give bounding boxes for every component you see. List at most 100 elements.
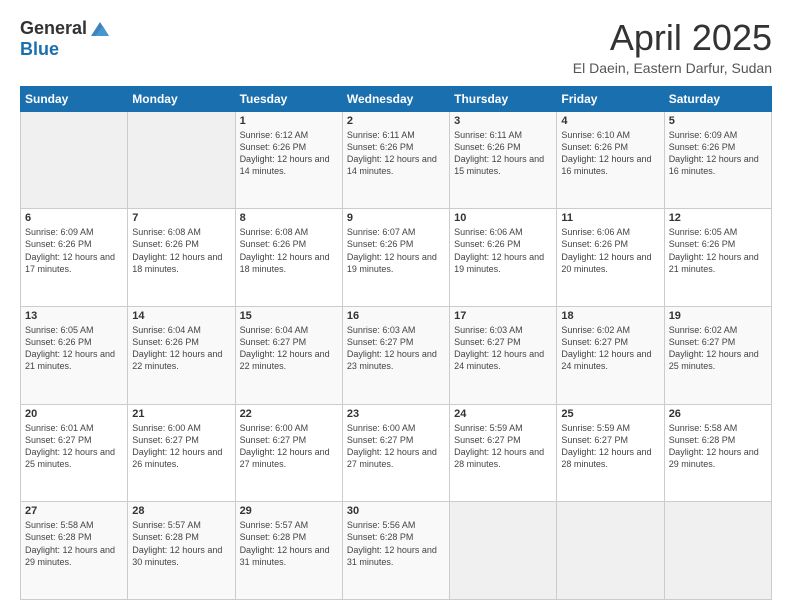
col-friday: Friday	[557, 86, 664, 111]
day-info: Sunrise: 6:08 AM Sunset: 6:26 PM Dayligh…	[240, 226, 338, 275]
day-info: Sunrise: 6:09 AM Sunset: 6:26 PM Dayligh…	[669, 129, 767, 178]
day-number: 6	[25, 212, 123, 224]
day-info: Sunrise: 6:11 AM Sunset: 6:26 PM Dayligh…	[454, 129, 552, 178]
day-number: 11	[561, 212, 659, 224]
calendar-week-row: 20 Sunrise: 6:01 AM Sunset: 6:27 PM Dayli…	[21, 404, 772, 502]
day-info: Sunrise: 6:12 AM Sunset: 6:26 PM Dayligh…	[240, 129, 338, 178]
day-info: Sunrise: 5:57 AM Sunset: 6:28 PM Dayligh…	[240, 519, 338, 568]
day-info: Sunrise: 5:56 AM Sunset: 6:28 PM Dayligh…	[347, 519, 445, 568]
title-block: April 2025 El Daein, Eastern Darfur, Sud…	[573, 18, 772, 76]
day-number: 24	[454, 408, 552, 420]
table-row: 28 Sunrise: 5:57 AM Sunset: 6:28 PM Dayli…	[128, 502, 235, 600]
day-number: 2	[347, 115, 445, 127]
day-info: Sunrise: 6:04 AM Sunset: 6:27 PM Dayligh…	[240, 324, 338, 373]
day-info: Sunrise: 6:00 AM Sunset: 6:27 PM Dayligh…	[347, 422, 445, 471]
day-info: Sunrise: 5:59 AM Sunset: 6:27 PM Dayligh…	[561, 422, 659, 471]
day-number: 13	[25, 310, 123, 322]
day-number: 26	[669, 408, 767, 420]
day-number: 14	[132, 310, 230, 322]
table-row: 5 Sunrise: 6:09 AM Sunset: 6:26 PM Daylig…	[664, 111, 771, 209]
day-info: Sunrise: 6:06 AM Sunset: 6:26 PM Dayligh…	[561, 226, 659, 275]
table-row: 29Sunrise: 5:57 AM Sunset: 6:28 PM Dayli…	[235, 502, 342, 600]
col-saturday: Saturday	[664, 86, 771, 111]
calendar-week-row: 27Sunrise: 5:58 AM Sunset: 6:28 PM Dayli…	[21, 502, 772, 600]
table-row: 20 Sunrise: 6:01 AM Sunset: 6:27 PM Dayli…	[21, 404, 128, 502]
logo-general: General	[20, 19, 87, 39]
title-location: El Daein, Eastern Darfur, Sudan	[573, 60, 772, 76]
logo-icon	[89, 18, 111, 40]
table-row: 8Sunrise: 6:08 AM Sunset: 6:26 PM Daylig…	[235, 209, 342, 307]
day-number: 10	[454, 212, 552, 224]
day-number: 5	[669, 115, 767, 127]
table-row: 4 Sunrise: 6:10 AM Sunset: 6:26 PM Daylig…	[557, 111, 664, 209]
day-number: 20	[25, 408, 123, 420]
day-number: 25	[561, 408, 659, 420]
day-number: 19	[669, 310, 767, 322]
day-number: 1	[240, 115, 338, 127]
table-row: 16 Sunrise: 6:03 AM Sunset: 6:27 PM Dayli…	[342, 306, 449, 404]
table-row	[664, 502, 771, 600]
table-row: 13Sunrise: 6:05 AM Sunset: 6:26 PM Dayli…	[21, 306, 128, 404]
table-row	[21, 111, 128, 209]
table-row: 30 Sunrise: 5:56 AM Sunset: 6:28 PM Dayli…	[342, 502, 449, 600]
day-info: Sunrise: 6:02 AM Sunset: 6:27 PM Dayligh…	[561, 324, 659, 373]
table-row: 3 Sunrise: 6:11 AM Sunset: 6:26 PM Daylig…	[450, 111, 557, 209]
day-number: 7	[132, 212, 230, 224]
day-info: Sunrise: 5:59 AM Sunset: 6:27 PM Dayligh…	[454, 422, 552, 471]
col-thursday: Thursday	[450, 86, 557, 111]
table-row: 26 Sunrise: 5:58 AM Sunset: 6:28 PM Dayli…	[664, 404, 771, 502]
table-row: 27Sunrise: 5:58 AM Sunset: 6:28 PM Dayli…	[21, 502, 128, 600]
day-info: Sunrise: 6:11 AM Sunset: 6:26 PM Dayligh…	[347, 129, 445, 178]
table-row: 2 Sunrise: 6:11 AM Sunset: 6:26 PM Daylig…	[342, 111, 449, 209]
col-wednesday: Wednesday	[342, 86, 449, 111]
table-row: 7 Sunrise: 6:08 AM Sunset: 6:26 PM Daylig…	[128, 209, 235, 307]
day-number: 3	[454, 115, 552, 127]
table-row: 6 Sunrise: 6:09 AM Sunset: 6:26 PM Daylig…	[21, 209, 128, 307]
table-row: 17 Sunrise: 6:03 AM Sunset: 6:27 PM Dayli…	[450, 306, 557, 404]
col-tuesday: Tuesday	[235, 86, 342, 111]
day-info: Sunrise: 6:07 AM Sunset: 6:26 PM Dayligh…	[347, 226, 445, 275]
table-row: 19Sunrise: 6:02 AM Sunset: 6:27 PM Dayli…	[664, 306, 771, 404]
calendar-week-row: 6 Sunrise: 6:09 AM Sunset: 6:26 PM Daylig…	[21, 209, 772, 307]
day-number: 22	[240, 408, 338, 420]
day-number: 4	[561, 115, 659, 127]
day-number: 28	[132, 505, 230, 517]
title-month: April 2025	[573, 18, 772, 58]
day-number: 9	[347, 212, 445, 224]
calendar-week-row: 13Sunrise: 6:05 AM Sunset: 6:26 PM Dayli…	[21, 306, 772, 404]
table-row: 15 Sunrise: 6:04 AM Sunset: 6:27 PM Dayli…	[235, 306, 342, 404]
day-number: 27	[25, 505, 123, 517]
table-row: 18 Sunrise: 6:02 AM Sunset: 6:27 PM Dayli…	[557, 306, 664, 404]
logo: General Blue	[20, 18, 111, 60]
day-number: 17	[454, 310, 552, 322]
day-info: Sunrise: 6:01 AM Sunset: 6:27 PM Dayligh…	[25, 422, 123, 471]
day-number: 16	[347, 310, 445, 322]
table-row: 24 Sunrise: 5:59 AM Sunset: 6:27 PM Dayli…	[450, 404, 557, 502]
table-row: 22Sunrise: 6:00 AM Sunset: 6:27 PM Dayli…	[235, 404, 342, 502]
day-info: Sunrise: 6:09 AM Sunset: 6:26 PM Dayligh…	[25, 226, 123, 275]
day-number: 18	[561, 310, 659, 322]
day-info: Sunrise: 6:08 AM Sunset: 6:26 PM Dayligh…	[132, 226, 230, 275]
table-row	[557, 502, 664, 600]
day-number: 12	[669, 212, 767, 224]
day-info: Sunrise: 6:00 AM Sunset: 6:27 PM Dayligh…	[132, 422, 230, 471]
day-info: Sunrise: 6:03 AM Sunset: 6:27 PM Dayligh…	[454, 324, 552, 373]
day-info: Sunrise: 6:03 AM Sunset: 6:27 PM Dayligh…	[347, 324, 445, 373]
day-info: Sunrise: 6:04 AM Sunset: 6:26 PM Dayligh…	[132, 324, 230, 373]
table-row: 9 Sunrise: 6:07 AM Sunset: 6:26 PM Daylig…	[342, 209, 449, 307]
day-info: Sunrise: 5:57 AM Sunset: 6:28 PM Dayligh…	[132, 519, 230, 568]
table-row: 10Sunrise: 6:06 AM Sunset: 6:26 PM Dayli…	[450, 209, 557, 307]
day-number: 30	[347, 505, 445, 517]
col-monday: Monday	[128, 86, 235, 111]
day-info: Sunrise: 5:58 AM Sunset: 6:28 PM Dayligh…	[669, 422, 767, 471]
page: General Blue April 2025 El Daein, Easter…	[0, 0, 792, 612]
calendar-header-row: Sunday Monday Tuesday Wednesday Thursday…	[21, 86, 772, 111]
header: General Blue April 2025 El Daein, Easter…	[20, 18, 772, 76]
logo-blue: Blue	[20, 40, 111, 60]
day-number: 15	[240, 310, 338, 322]
table-row: 21Sunrise: 6:00 AM Sunset: 6:27 PM Dayli…	[128, 404, 235, 502]
table-row	[450, 502, 557, 600]
day-number: 23	[347, 408, 445, 420]
table-row: 11 Sunrise: 6:06 AM Sunset: 6:26 PM Dayli…	[557, 209, 664, 307]
day-info: Sunrise: 6:10 AM Sunset: 6:26 PM Dayligh…	[561, 129, 659, 178]
